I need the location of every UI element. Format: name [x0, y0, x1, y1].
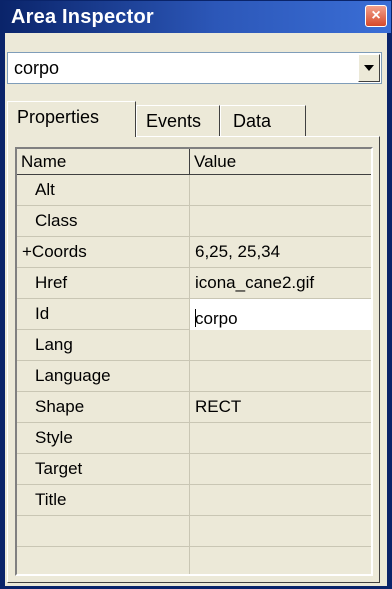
property-value: icona_cane2.gif — [195, 273, 315, 292]
empty-row — [17, 516, 371, 547]
close-button[interactable]: × — [365, 5, 387, 27]
property-name: Lang — [35, 335, 73, 354]
property-row-class[interactable]: Class — [17, 206, 371, 237]
property-name: Title — [35, 490, 67, 509]
property-name: Id — [35, 304, 50, 323]
tab-properties-label: Properties — [17, 107, 100, 127]
column-header-value-label: Value — [194, 152, 237, 171]
column-header-name-label: Name — [21, 152, 67, 171]
property-row-alt[interactable]: Alt — [17, 175, 371, 206]
property-name: Target — [35, 459, 83, 478]
properties-grid: Name Value Alt Class +Coords 6,25, 25,34 — [15, 147, 373, 576]
tab-events-label: Events — [146, 111, 202, 131]
property-name: Href — [35, 273, 68, 292]
property-row-id[interactable]: Id corpo — [17, 299, 371, 330]
window-title: Area Inspector — [11, 6, 154, 28]
inspector-body: corpo Properties Events Data Name Value — [5, 33, 387, 586]
id-value-input[interactable]: corpo — [190, 299, 371, 330]
tab-events[interactable]: Events — [136, 105, 220, 137]
property-name: Class — [35, 211, 78, 230]
property-row-shape[interactable]: Shape RECT — [17, 392, 371, 423]
property-row-style[interactable]: Style — [17, 423, 371, 454]
element-select[interactable]: corpo — [7, 52, 382, 84]
empty-row — [17, 547, 371, 574]
property-row-href[interactable]: Href icona_cane2.gif — [17, 268, 371, 299]
properties-panel: Name Value Alt Class +Coords 6,25, 25,34 — [7, 136, 380, 583]
property-row-language[interactable]: Language — [17, 361, 371, 392]
property-value: corpo — [195, 309, 238, 328]
property-row-lang[interactable]: Lang — [17, 330, 371, 361]
tab-properties[interactable]: Properties — [7, 101, 136, 137]
area-inspector-window: Area Inspector × corpo Properties Events… — [0, 0, 392, 589]
property-row-target[interactable]: Target — [17, 454, 371, 485]
title-bar[interactable]: Area Inspector × — [1, 1, 391, 33]
text-caret — [195, 309, 196, 327]
property-value: RECT — [195, 397, 242, 416]
element-select-value: corpo — [14, 58, 60, 78]
column-header-value[interactable]: Value — [190, 149, 371, 175]
property-name: Style — [35, 428, 73, 447]
tab-data[interactable]: Data — [220, 105, 306, 137]
property-name: +Coords — [22, 242, 87, 261]
dropdown-button[interactable] — [358, 54, 380, 82]
chevron-down-icon — [364, 65, 374, 71]
close-icon: × — [371, 7, 381, 24]
property-name: Alt — [35, 180, 55, 199]
property-value: 6,25, 25,34 — [195, 242, 281, 261]
column-header-name[interactable]: Name — [17, 149, 190, 175]
property-name: Shape — [35, 397, 85, 416]
property-row-coords[interactable]: +Coords 6,25, 25,34 — [17, 237, 371, 268]
property-name: Language — [35, 366, 111, 385]
tab-data-label: Data — [233, 111, 272, 131]
property-row-title[interactable]: Title — [17, 485, 371, 516]
